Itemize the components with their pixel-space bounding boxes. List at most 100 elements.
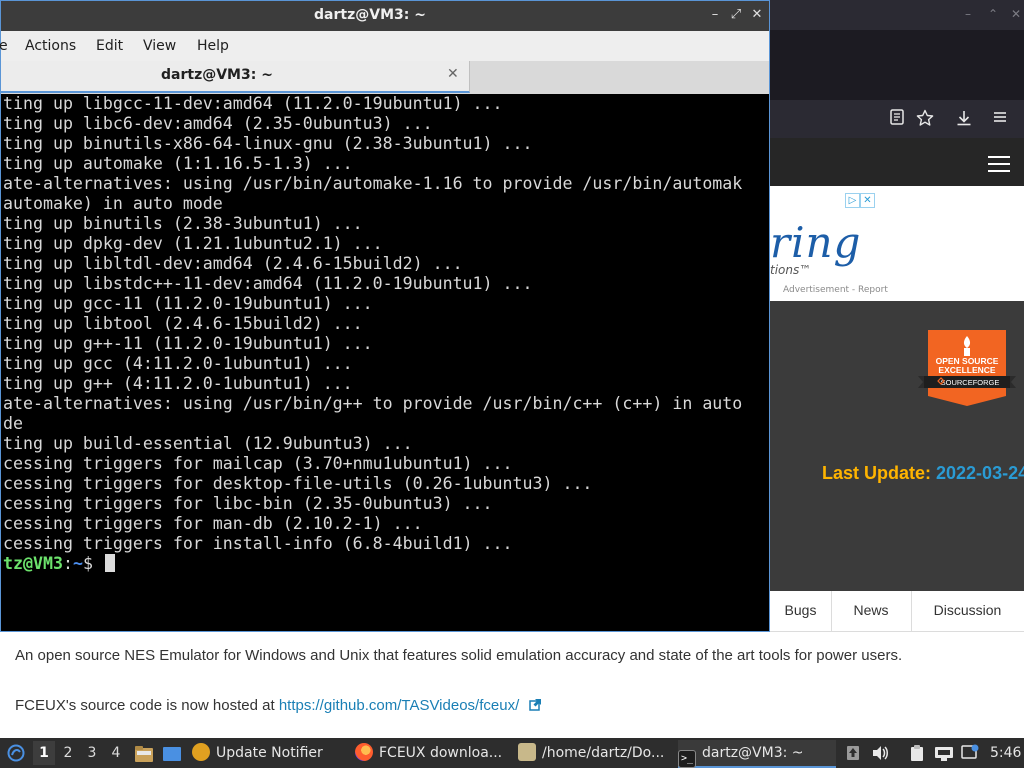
terminal-line: ting up libgcc-11-dev:amd64 (11.2.0-19ub…	[3, 94, 503, 113]
terminal-line: ting up build-essential (12.9ubuntu3) ..…	[3, 434, 413, 453]
terminal-close-button[interactable]: ✕	[749, 7, 765, 22]
tab-discussion[interactable]: Discussion	[911, 591, 1024, 631]
github-link[interactable]: https://github.com/TASVideos/fceux/	[279, 697, 519, 714]
adchoices-icon[interactable]: ▷	[845, 193, 860, 208]
terminal-tab[interactable]: dartz@VM3: ~ ✕	[1, 61, 470, 93]
badge-line2: EXCELLENCE	[938, 365, 995, 375]
bookmark-star-icon[interactable]	[914, 109, 936, 129]
terminal-line: ting up g++-11 (11.2.0-19ubuntu1) ...	[3, 334, 373, 353]
show-desktop-icon[interactable]	[162, 744, 182, 762]
terminal-titlebar[interactable]: dartz@VM3: ~ – ⤢ ✕	[1, 1, 769, 31]
task-label: FCEUX downloa...	[379, 745, 503, 761]
workspace-1[interactable]: 1	[33, 741, 55, 765]
terminal-line: de	[3, 414, 23, 433]
prompt-user: tz@VM3	[3, 554, 63, 573]
browser-restore-button[interactable]: ⌃	[986, 7, 1000, 21]
terminal-line: cessing triggers for man-db (2.10.2-1) .…	[3, 514, 423, 533]
terminal-line: ting up libc6-dev:amd64 (2.35-0ubuntu3) …	[3, 114, 433, 133]
file-manager-icon	[518, 743, 536, 761]
task-label: /home/dartz/Do...	[542, 745, 665, 761]
terminal-line: cessing triggers for desktop-file-utils …	[3, 474, 593, 493]
terminal-line: ate-alternatives: using /usr/bin/g++ to …	[3, 394, 743, 413]
ad-report-link[interactable]: Advertisement - Report	[783, 285, 888, 295]
tab-news[interactable]: News	[831, 591, 912, 631]
text-cursor	[104, 554, 115, 572]
ad-close-icon[interactable]: ✕	[860, 193, 875, 208]
menu-actions[interactable]: Actions	[25, 38, 76, 54]
terminal-line: ting up libltdl-dev:amd64 (2.4.6-15build…	[3, 254, 463, 273]
project-description: An open source NES Emulator for Windows …	[15, 647, 903, 664]
task-label: Update Notifier	[216, 745, 323, 761]
ad-logo: ring	[770, 218, 862, 267]
terminal-icon: >_	[678, 750, 696, 768]
source-note: FCEUX's source code is now hosted at htt…	[15, 697, 542, 715]
terminal-line: cessing triggers for mailcap (3.70+nmu1u…	[3, 454, 513, 473]
terminal-minimize-button[interactable]: –	[707, 7, 723, 22]
terminal-line: ting up dpkg-dev (1.21.1ubuntu2.1) ...	[3, 234, 383, 253]
notifications-icon[interactable]	[961, 744, 979, 762]
tab-bugs[interactable]: Bugs	[770, 591, 832, 631]
terminal-line: ting up binutils (2.38-3ubuntu1) ...	[3, 214, 363, 233]
last-update: Last Update: 2022-03-24	[822, 463, 1024, 484]
task-firefox[interactable]: FCEUX downloa...	[355, 740, 515, 768]
terminal-line: ting up libtool (2.4.6-15build2) ...	[3, 314, 363, 333]
prompt-path: ~	[72, 554, 83, 573]
project-tabs: Bugs News Discussion	[770, 591, 1024, 632]
terminal-maximize-button[interactable]: ⤢	[728, 7, 744, 22]
terminal-line: ting up binutils-x86-64-linux-gnu (2.38-…	[3, 134, 533, 153]
firefox-icon	[355, 743, 373, 761]
terminal-menubar: e Actions Edit View Help	[0, 31, 769, 61]
file-manager-launcher-icon[interactable]	[134, 744, 154, 762]
last-update-date: 2022-03-24	[936, 463, 1024, 483]
menu-edit[interactable]: Edit	[96, 38, 123, 54]
terminal-tabbar: dartz@VM3: ~ ✕	[1, 61, 769, 94]
task-label: dartz@VM3: ~	[702, 745, 804, 761]
open-source-excellence-badge: OPEN SOURCE EXCELLENCE SOURCEFORGE	[918, 326, 1016, 408]
terminal-line: automake) in auto mode	[3, 194, 223, 213]
terminal-output[interactable]: ting up libgcc-11-dev:amd64 (11.2.0-19ub…	[3, 94, 767, 630]
last-update-label: Last Update:	[822, 463, 937, 483]
badge-brand: SOURCEFORGE	[941, 378, 1000, 387]
reader-view-icon[interactable]	[886, 109, 908, 129]
terminal-line: ate-alternatives: using /usr/bin/automak…	[3, 174, 743, 193]
clipboard-icon[interactable]	[908, 744, 926, 762]
site-menu-icon[interactable]	[988, 156, 1010, 172]
terminal-line: ting up automake (1:1.16.5-1.3) ...	[3, 154, 353, 173]
task-update-notifier[interactable]: Update Notifier	[192, 740, 352, 768]
terminal-title: dartz@VM3: ~	[314, 7, 426, 23]
browser-minimize-button[interactable]: –	[961, 7, 975, 21]
browser-close-button[interactable]: ✕	[1009, 7, 1023, 21]
volume-icon[interactable]	[871, 744, 889, 762]
terminal-tab-title: dartz@VM3: ~	[161, 67, 273, 83]
terminal-line: cessing triggers for install-info (6.8-4…	[3, 534, 513, 553]
start-menu-icon[interactable]	[6, 744, 26, 762]
source-note-prefix: FCEUX's source code is now hosted at	[15, 697, 279, 714]
task-terminal[interactable]: >_ dartz@VM3: ~	[678, 740, 836, 768]
terminal-line: ting up libstdc++-11-dev:amd64 (11.2.0-1…	[3, 274, 533, 293]
downloads-icon[interactable]	[953, 109, 975, 129]
terminal-line: ting up g++ (4:11.2.0-1ubuntu1) ...	[3, 374, 353, 393]
menu-file[interactable]: e	[0, 38, 8, 54]
terminal-line: ting up gcc (4:11.2.0-1ubuntu1) ...	[3, 354, 353, 373]
task-file-manager[interactable]: /home/dartz/Do...	[518, 740, 675, 768]
clock[interactable]: 5:46	[990, 738, 1021, 768]
prompt-symbol: $	[82, 554, 103, 573]
terminal-line: cessing triggers for libc-bin (2.35-0ubu…	[3, 494, 493, 513]
terminal-window[interactable]: dartz@VM3: ~ – ⤢ ✕ e Actions Edit View H…	[0, 0, 770, 632]
workspace-3[interactable]: 3	[81, 741, 103, 765]
network-icon[interactable]	[934, 744, 953, 762]
menu-view[interactable]: View	[143, 38, 176, 54]
workspace-2[interactable]: 2	[57, 741, 79, 765]
taskbar: 1 2 3 4 Update Notifier FCEUX downloa...…	[0, 738, 1024, 768]
terminal-line: ting up gcc-11 (11.2.0-19ubuntu1) ...	[3, 294, 373, 313]
update-notifier-icon	[192, 743, 210, 761]
prompt-separator: :	[62, 554, 73, 573]
terminal-prompt[interactable]: tz@VM3:~$	[3, 554, 115, 574]
update-tray-icon[interactable]	[844, 744, 862, 762]
external-link-icon[interactable]	[529, 698, 542, 715]
menu-help[interactable]: Help	[197, 38, 229, 54]
ad-tagline: tions™	[770, 263, 812, 277]
app-menu-icon[interactable]	[989, 109, 1011, 129]
workspace-4[interactable]: 4	[105, 741, 127, 765]
tab-close-icon[interactable]: ✕	[447, 66, 459, 82]
